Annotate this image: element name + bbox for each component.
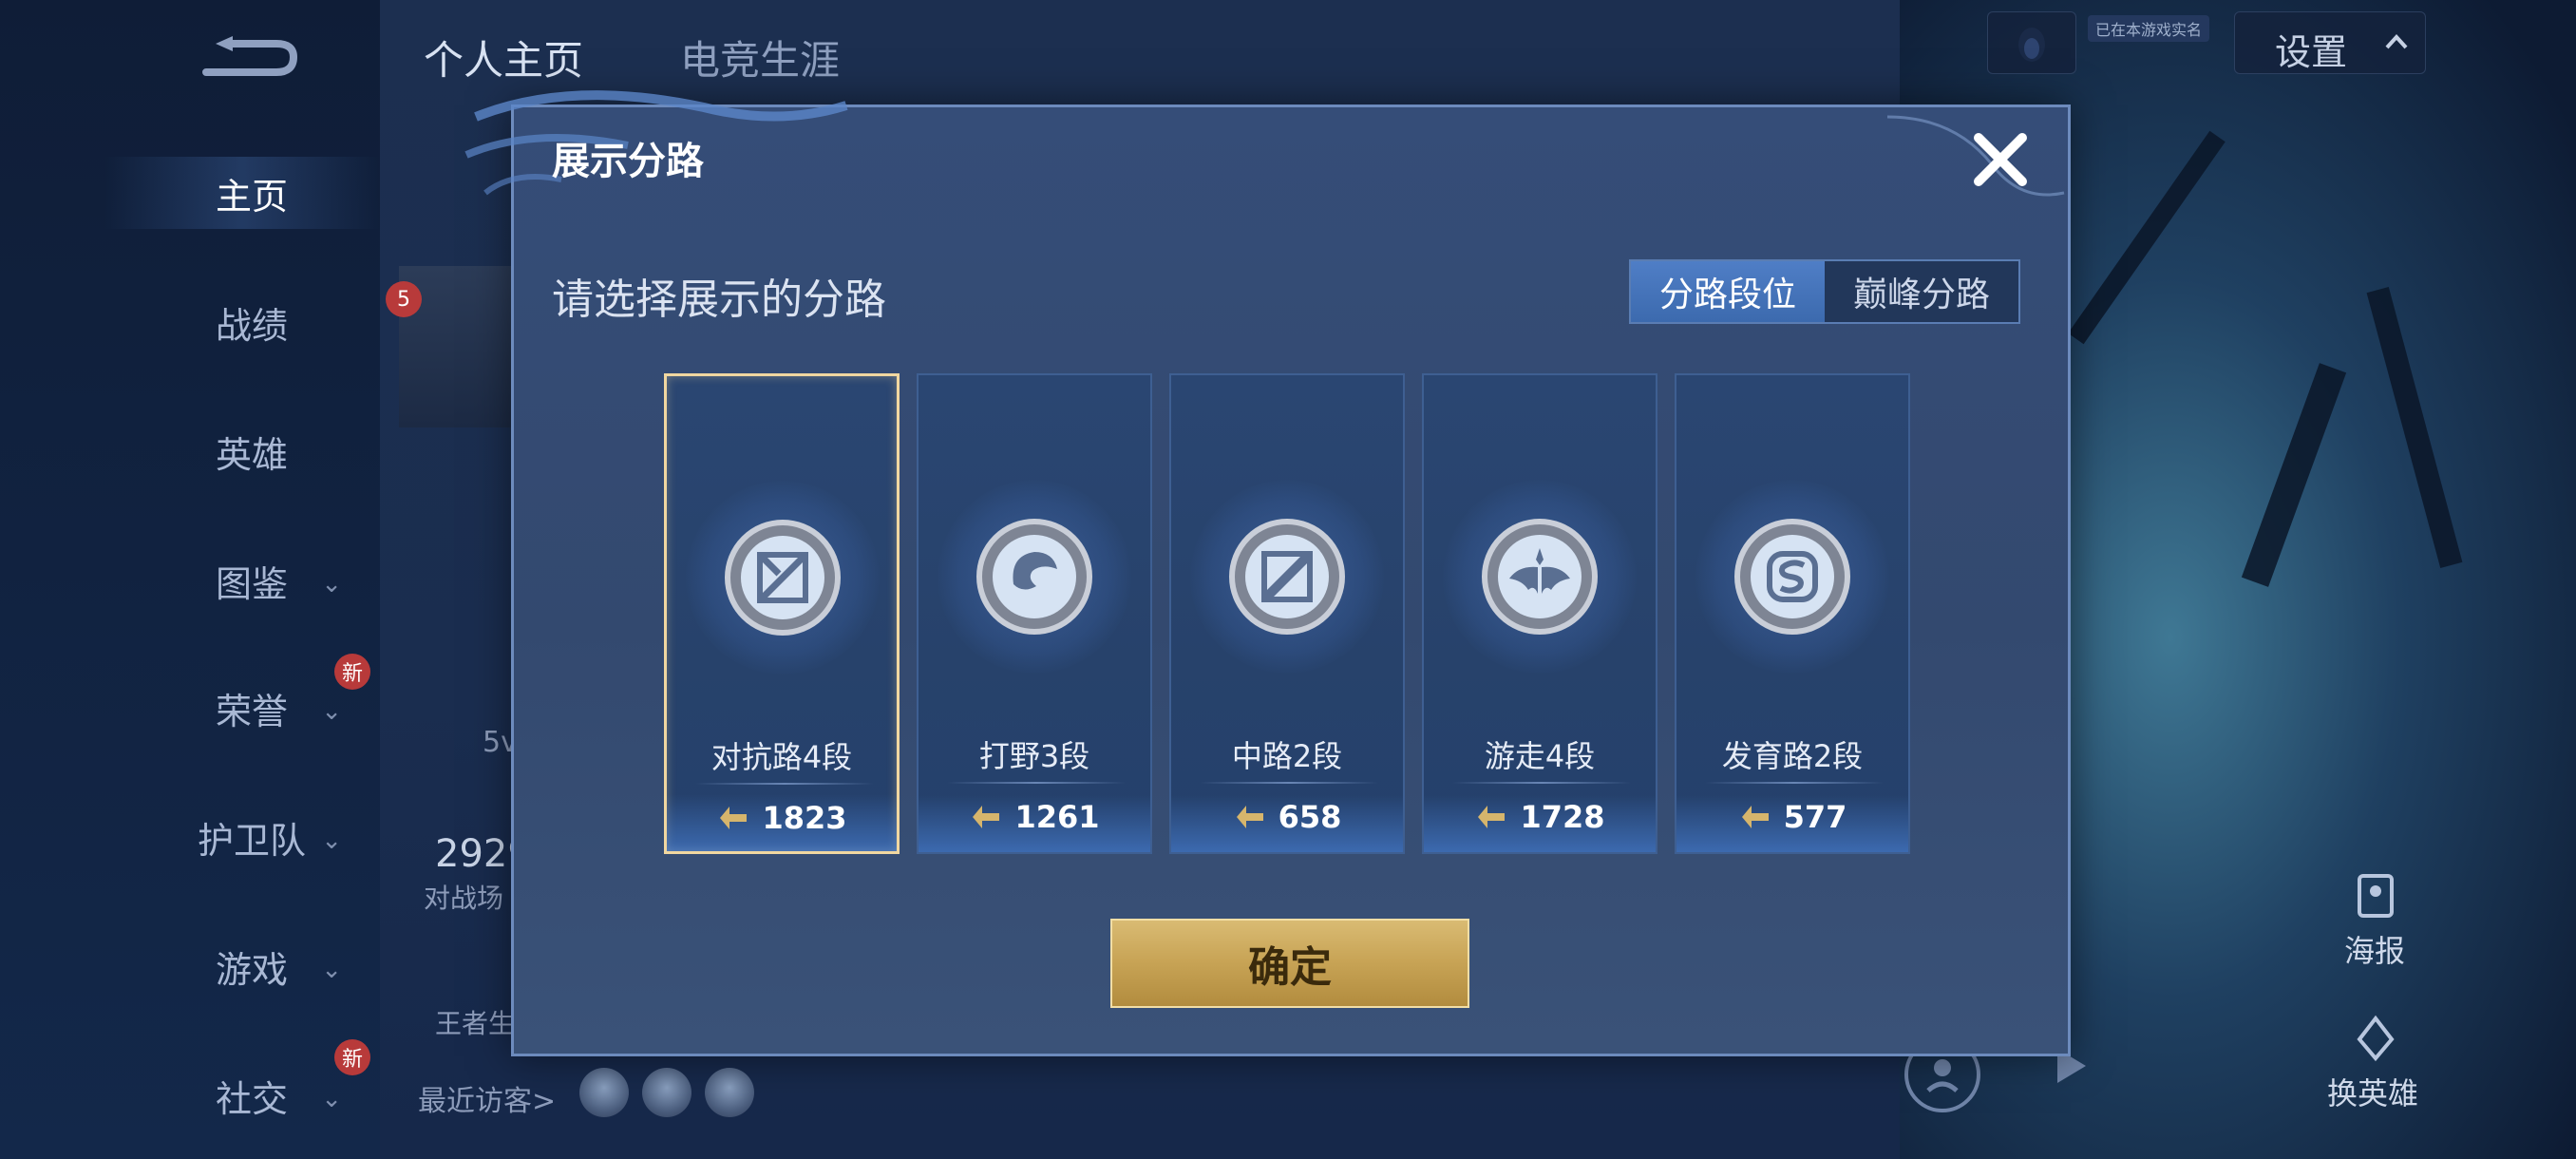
chevron-down-icon: ⌄ [321, 570, 342, 598]
lane-score: 1823 [667, 800, 897, 836]
confirm-button[interactable]: 确定 [1110, 919, 1469, 1008]
partial-text: 对战场 [424, 883, 504, 914]
new-badge: 新 [334, 654, 370, 690]
settings-label: 设置 [2275, 31, 2348, 73]
dialog-subtitle: 请选择展示的分路 [552, 276, 886, 324]
lane-card-list: 对抗路4段 1823 打野3段 1261 中路2段 658 游走4段 1728 … [664, 373, 1910, 858]
chevron-down-icon: ⌄ [321, 956, 342, 984]
lane-score: 658 [1171, 799, 1403, 835]
tab-peak-lane[interactable]: 巅峰分路 [1825, 261, 2018, 322]
chevron-up-icon [2385, 34, 2408, 49]
lane-name: 打野3段 [978, 738, 1090, 774]
lane-card-farm[interactable]: 发育路2段 577 [1675, 373, 1910, 854]
sidebar-item-record[interactable]: 战绩 [142, 289, 361, 355]
card-divider [695, 783, 874, 785]
lane-score-value: 1728 [1520, 799, 1605, 835]
tab-lane-rank[interactable]: 分路段位 [1631, 261, 1825, 322]
sidebar-item-guard-team[interactable]: 护卫队 ⌄ [142, 804, 361, 870]
penguin-icon [2018, 28, 2045, 62]
lane-score-value: 1823 [762, 800, 847, 836]
realname-tag: 已在本游戏实名 [2088, 15, 2210, 42]
lane-score: 1728 [1424, 799, 1656, 835]
peak-score-icon [1741, 806, 1769, 828]
back-arrow-icon[interactable] [195, 36, 299, 84]
lane-name: 对抗路4段 [710, 739, 853, 775]
sidebar-item-label: 英雄 [215, 433, 288, 476]
partial-text: 王者生 [435, 1008, 516, 1039]
lane-card-roam[interactable]: 游走4段 1728 [1422, 373, 1657, 854]
peak-score-icon [1478, 806, 1506, 828]
avatar-button[interactable] [1987, 11, 2076, 74]
clash-lane-icon [725, 520, 841, 636]
visitor-avatar[interactable] [642, 1068, 691, 1117]
card-divider [1452, 782, 1631, 784]
mid-lane-icon [1229, 519, 1345, 635]
new-badge: 新 [334, 1039, 370, 1075]
lane-score-value: 577 [1783, 799, 1847, 835]
sidebar-item-label: 战绩 [215, 304, 288, 347]
lane-score: 1261 [919, 799, 1150, 835]
sidebar-item-label: 主页 [215, 175, 288, 218]
visitor-avatar[interactable] [579, 1068, 629, 1117]
sidebar-item-label: 荣誉 [215, 690, 288, 732]
lane-score: 577 [1676, 799, 1908, 835]
sidebar-item-game[interactable]: 游戏 ⌄ [142, 933, 361, 999]
lane-display-dialog: 展示分路 请选择展示的分路 分路段位 巅峰分路 对抗路4段 1823 打野3段 … [464, 90, 2071, 1056]
peak-score-icon [1236, 806, 1263, 828]
sidebar-item-label: 图鉴 [215, 562, 288, 605]
lane-card-clash[interactable]: 对抗路4段 1823 [664, 373, 900, 854]
chevron-down-icon: ⌄ [321, 697, 342, 726]
peak-score-icon [973, 806, 1000, 828]
chevron-down-icon: ⌄ [321, 826, 342, 855]
lane-card-mid[interactable]: 中路2段 658 [1169, 373, 1405, 854]
tab-personal-home[interactable]: 个人主页 [424, 28, 583, 86]
card-divider [1200, 782, 1378, 784]
sidebar-item-honor[interactable]: 荣誉 ⌄ [142, 674, 361, 741]
dialog-title: 展示分路 [552, 140, 704, 183]
jungle-icon [976, 519, 1092, 635]
recent-visitors-link[interactable]: 最近访客> [418, 1077, 556, 1119]
poster-label: 海报 [2344, 933, 2406, 969]
sidebar-item-label: 社交 [215, 1077, 288, 1120]
lane-score-value: 658 [1278, 799, 1342, 835]
lane-card-jungle[interactable]: 打野3段 1261 [917, 373, 1152, 854]
switch-hero-label: 换英雄 [2327, 1075, 2419, 1112]
lane-name: 游走4段 [1484, 738, 1596, 774]
card-divider [1705, 782, 1884, 784]
lane-name: 中路2段 [1231, 738, 1343, 774]
switch-hero-icon[interactable] [2350, 1013, 2401, 1064]
roam-icon [1482, 519, 1598, 635]
close-icon[interactable] [1967, 126, 2034, 193]
card-divider [947, 782, 1126, 784]
sidebar-item-label: 游戏 [215, 948, 288, 991]
sidebar-item-home[interactable]: 主页 [142, 160, 361, 226]
tab-esports-career[interactable]: 电竞生涯 [680, 28, 840, 86]
peak-score-icon [720, 807, 748, 829]
lane-name: 发育路2段 [1721, 738, 1864, 774]
sidebar-item-gallery[interactable]: 图鉴 ⌄ [142, 547, 361, 614]
sidebar-item-heroes[interactable]: 英雄 [142, 418, 361, 484]
level-badge: 5 [386, 281, 422, 317]
lane-type-toggle: 分路段位 巅峰分路 [1629, 259, 2020, 324]
visitor-avatar[interactable] [705, 1068, 754, 1117]
chevron-down-icon: ⌄ [321, 1085, 342, 1113]
sidebar-item-label: 护卫队 [197, 819, 306, 862]
lane-score-value: 1261 [1014, 799, 1100, 835]
farm-lane-icon [1734, 519, 1850, 635]
sidebar-item-social[interactable]: 社交 ⌄ [142, 1062, 361, 1129]
poster-icon[interactable] [2350, 870, 2401, 922]
